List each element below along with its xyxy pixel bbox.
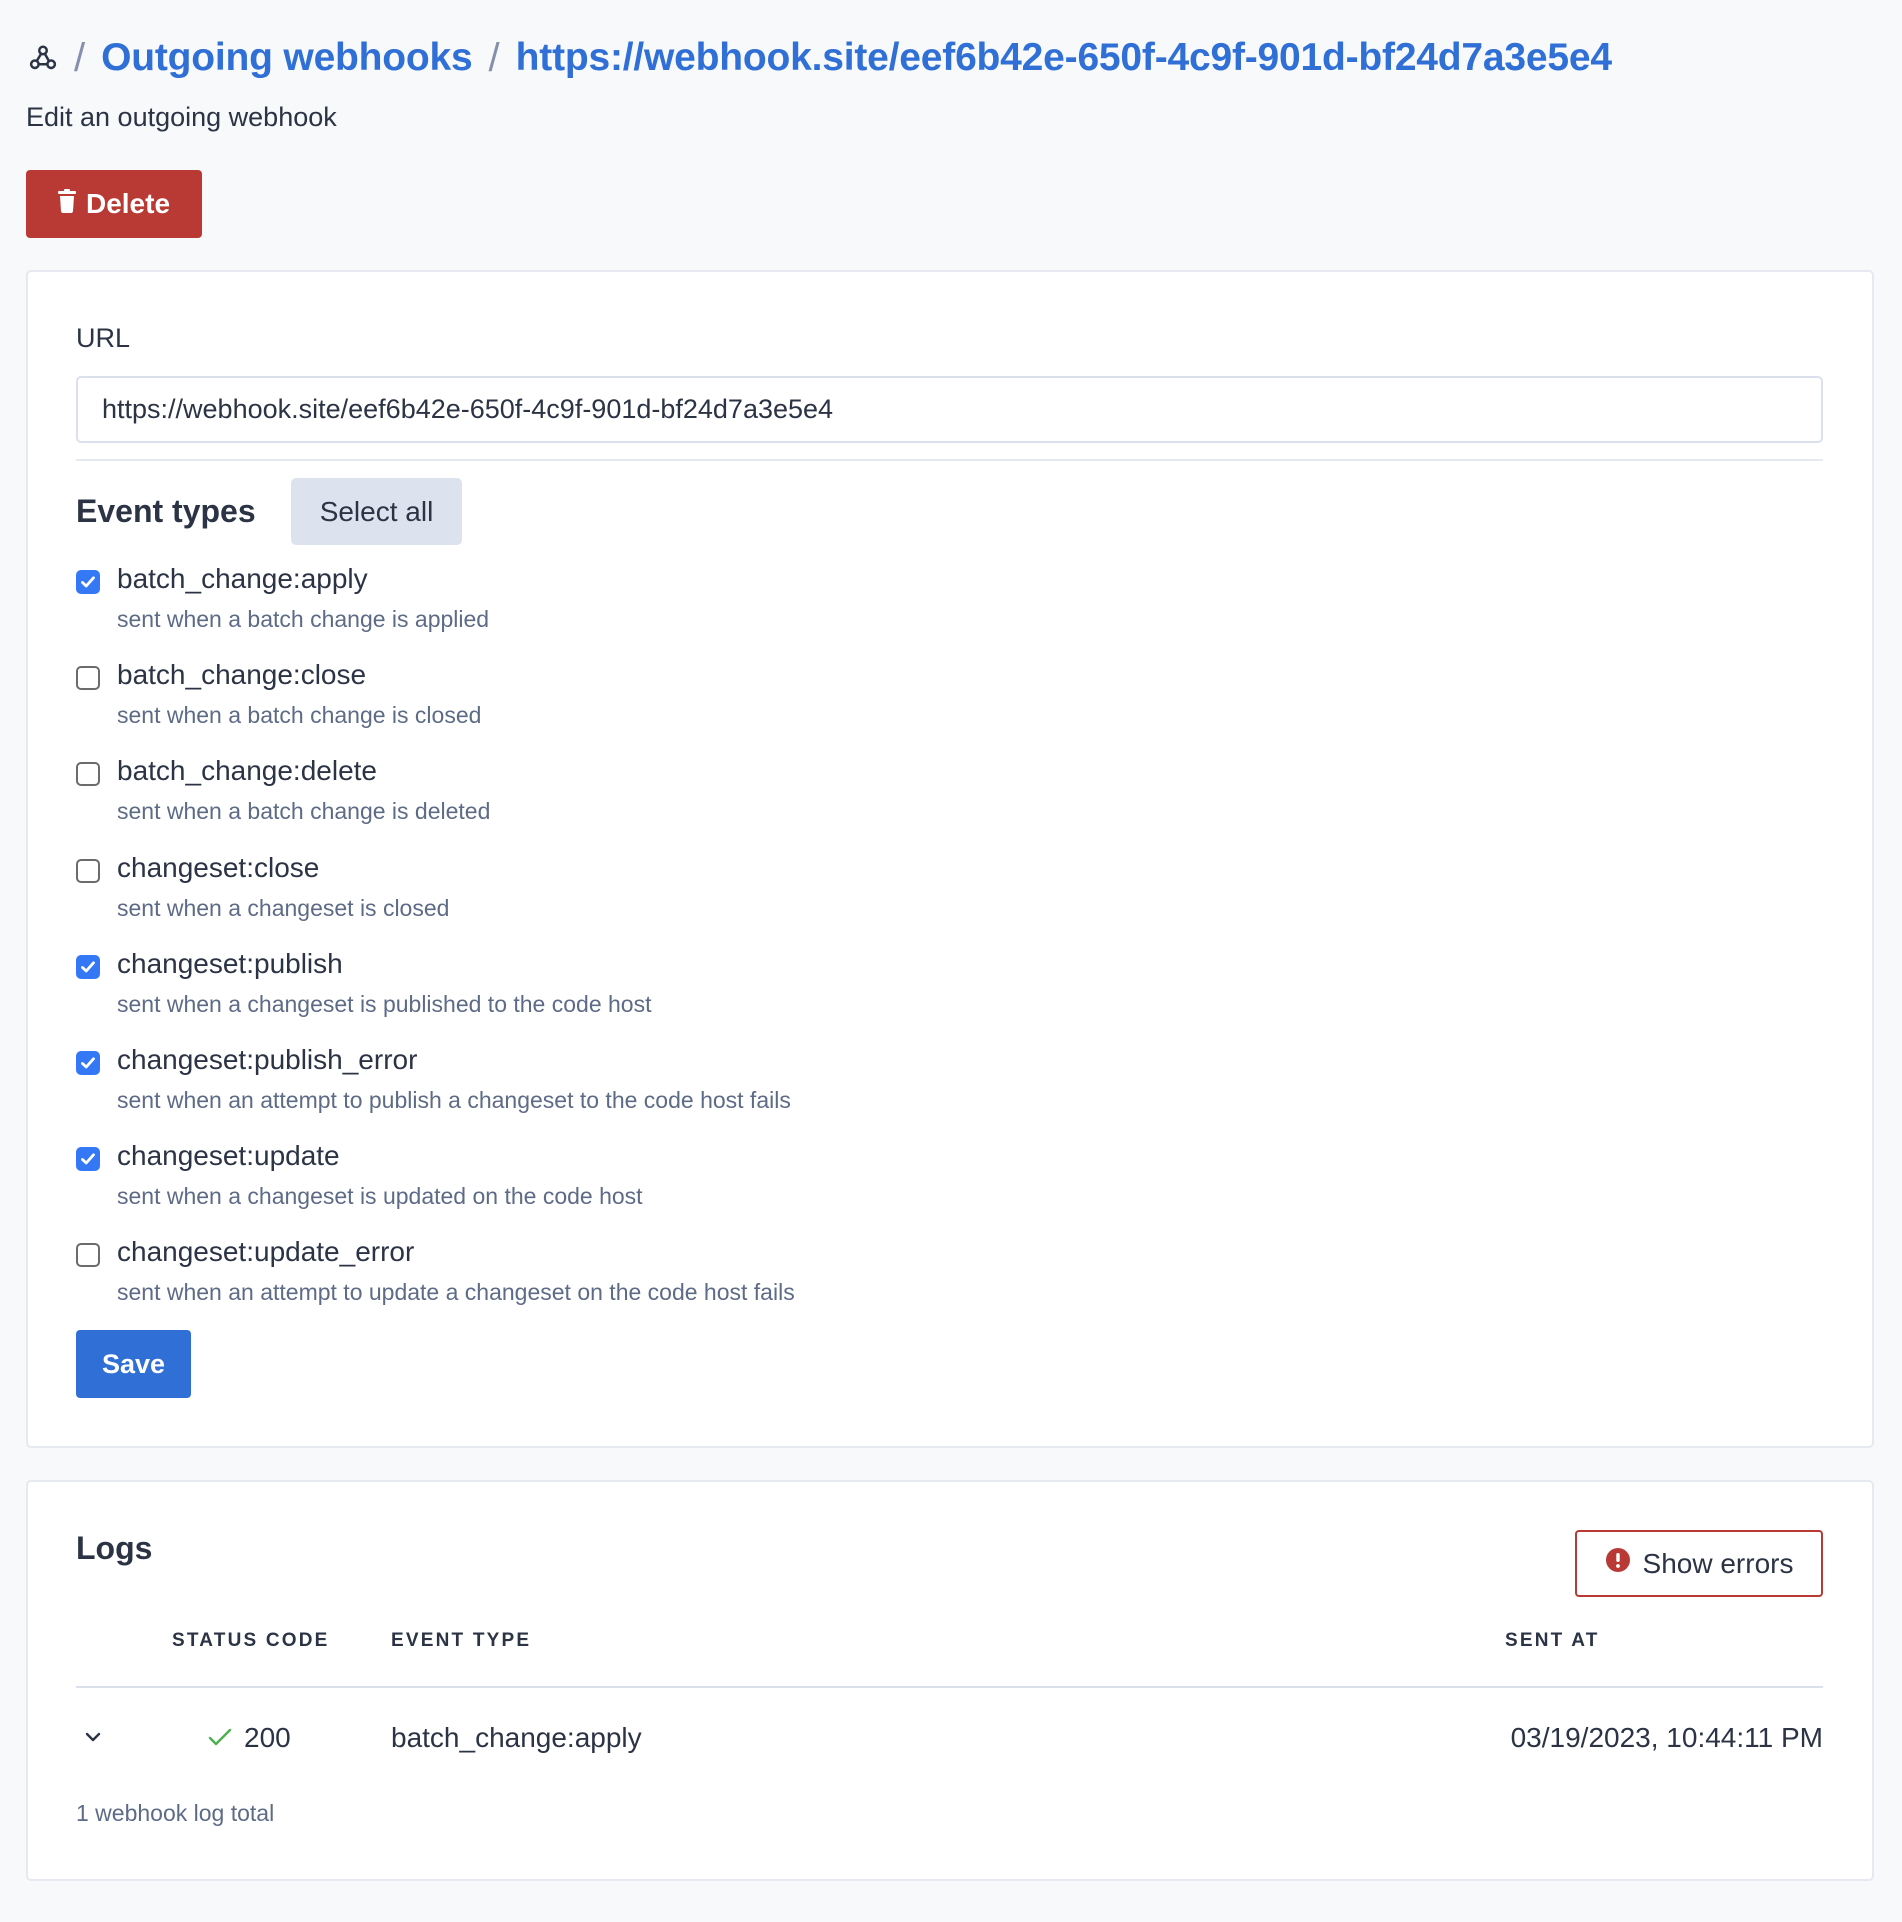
- event-type-description: sent when an attempt to publish a change…: [117, 1087, 791, 1113]
- column-header-status-code[interactable]: STATUS CODE: [172, 1630, 330, 1652]
- checkmark-icon: [81, 1057, 95, 1069]
- event-type-checkbox[interactable]: [76, 570, 100, 594]
- trash-icon: [57, 188, 76, 220]
- show-errors-label: Show errors: [1642, 1547, 1794, 1579]
- event-type-option: batch_change:closesent when a batch chan…: [76, 659, 1276, 756]
- webhook-icon: [28, 43, 58, 73]
- status-code-value: 200: [244, 1722, 291, 1753]
- event-type-description: sent when a changeset is closed: [117, 894, 450, 921]
- event-type-cell: batch_change:apply: [391, 1722, 642, 1753]
- event-type-checkbox[interactable]: [76, 666, 100, 691]
- delete-button[interactable]: Delete: [26, 170, 202, 238]
- breadcrumb-outgoing-webhooks-link[interactable]: Outgoing webhooks: [101, 36, 473, 80]
- event-type-name[interactable]: changeset:update: [117, 1140, 340, 1172]
- event-type-name[interactable]: changeset:close: [117, 852, 319, 884]
- log-total-count: 1 webhook log total: [76, 1800, 275, 1826]
- breadcrumb-separator: /: [488, 35, 500, 80]
- breadcrumb-separator: /: [74, 35, 86, 80]
- event-type-option: changeset:close sent when a changeset is …: [76, 852, 1276, 949]
- save-button[interactable]: Save: [76, 1330, 191, 1398]
- event-type-name[interactable]: changeset:publish: [117, 948, 343, 980]
- event-type-checkbox[interactable]: [76, 1147, 100, 1172]
- url-label: URL: [76, 323, 131, 353]
- table-header-divider: [76, 1686, 1823, 1688]
- event-type-checkbox[interactable]: [76, 858, 100, 883]
- event-type-description: sent when a batch change is closed: [117, 702, 482, 729]
- checkmark-icon: [81, 1153, 95, 1165]
- event-type-description: sent when a changeset is published to th…: [117, 990, 652, 1017]
- breadcrumb-webhook-url-link[interactable]: https://webhook.site/eef6b42e-650f-4c9f-…: [516, 36, 1612, 80]
- event-type-option: changeset:publish sent when a changeset i…: [76, 948, 1276, 1045]
- event-type-checkbox[interactable]: [76, 1243, 100, 1268]
- event-type-name[interactable]: batch_change:apply: [117, 563, 368, 595]
- logs-heading: Logs: [76, 1530, 153, 1566]
- page-subtitle: Edit an outgoing webhook: [26, 102, 337, 132]
- event-type-option: changeset:publish_errorsent when an atte…: [76, 1044, 1276, 1141]
- column-header-sent-at[interactable]: SENT AT: [1505, 1630, 1600, 1652]
- event-type-name[interactable]: batch_change:delete: [117, 755, 377, 787]
- checkmark-icon: [81, 961, 95, 973]
- event-type-description: sent when an attempt to update a changes…: [117, 1279, 795, 1306]
- sent-at-cell: 03/19/2023, 10:44:11 PM: [1510, 1722, 1823, 1753]
- event-type-description: sent when a batch change is deleted: [117, 798, 491, 825]
- event-type-option: batch_change:applysent when a batch chan…: [76, 563, 1276, 660]
- event-type-description: sent when a batch change is applied: [117, 606, 490, 632]
- event-type-option: batch_change:deletesent when a batch cha…: [76, 755, 1276, 852]
- event-type-name[interactable]: changeset:publish_error: [117, 1044, 417, 1076]
- breadcrumb: / Outgoing webhooks / https://webhook.si…: [28, 34, 1628, 82]
- event-type-checkbox[interactable]: [76, 762, 100, 787]
- event-type-description: sent when a changeset is updated on the …: [117, 1183, 643, 1210]
- event-types-heading: Event types: [76, 493, 256, 529]
- chevron-down-icon[interactable]: [84, 1730, 102, 1744]
- check-icon: [208, 1722, 232, 1754]
- status-code-cell: 200: [208, 1722, 291, 1754]
- table-row: 200 batch_change:apply 03/19/2023, 10:44…: [76, 1700, 1823, 1780]
- event-type-name[interactable]: batch_change:close: [117, 659, 366, 691]
- delete-button-label: Delete: [85, 188, 171, 219]
- select-all-button[interactable]: Select all: [291, 478, 462, 545]
- checkmark-icon: [81, 576, 95, 588]
- url-input[interactable]: [76, 376, 1823, 443]
- event-type-option: changeset:update sent when a changeset is…: [76, 1140, 1276, 1237]
- event-type-checkbox[interactable]: [76, 954, 100, 979]
- show-errors-button[interactable]: Show errors: [1575, 1530, 1823, 1597]
- divider: [76, 459, 1823, 461]
- event-type-name[interactable]: changeset:update_error: [117, 1236, 414, 1268]
- event-type-option: changeset:update_errorsent when an attem…: [76, 1236, 1276, 1333]
- column-header-event-type[interactable]: EVENT TYPE: [391, 1630, 531, 1652]
- error-circle-icon: [1605, 1547, 1631, 1580]
- event-type-checkbox[interactable]: [76, 1051, 100, 1075]
